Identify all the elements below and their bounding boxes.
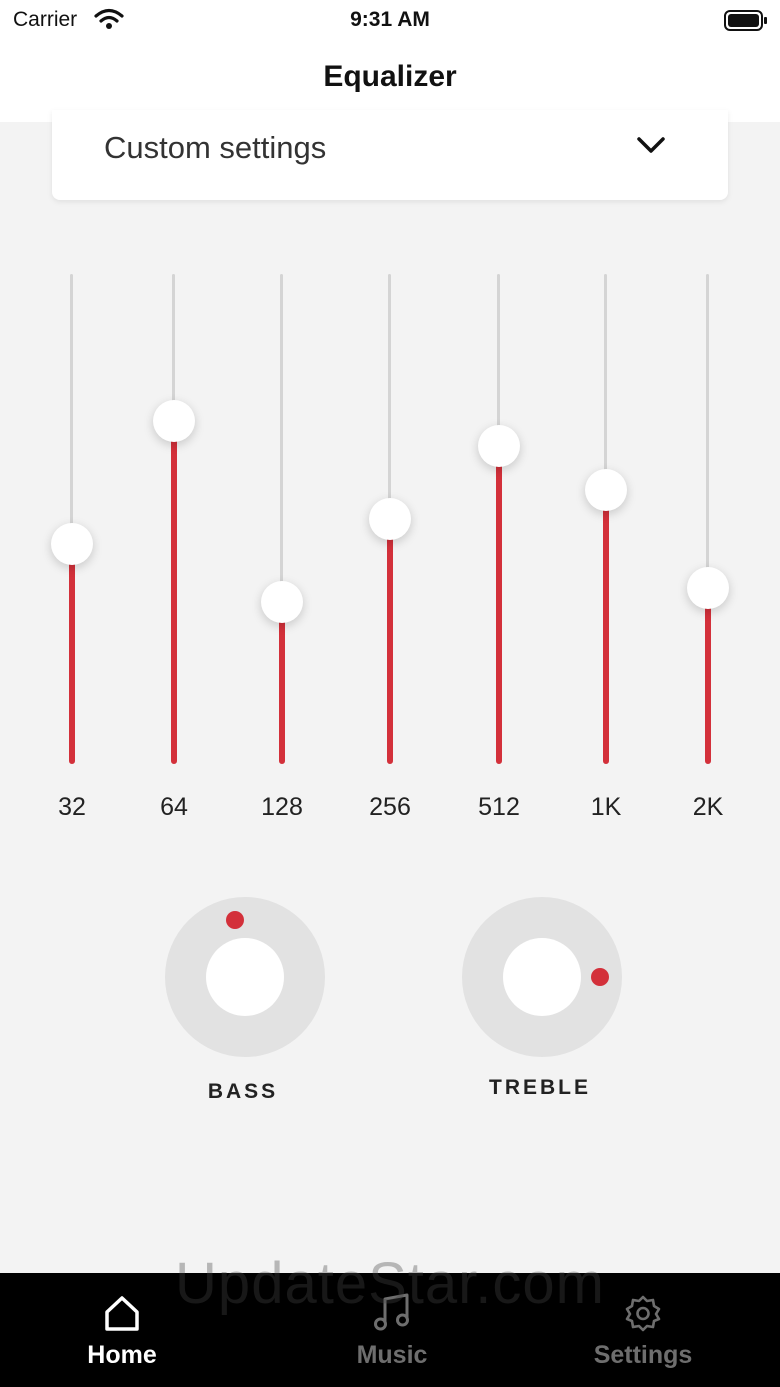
slider-knob[interactable] (153, 400, 195, 442)
tab-home[interactable]: Home (22, 1273, 222, 1387)
bass-label: BASS (207, 1080, 279, 1103)
band-slider-2k[interactable]: 2K (668, 0, 748, 840)
home-icon (102, 1293, 142, 1333)
band-label: 1K (590, 793, 622, 821)
band-label: 256 (369, 793, 411, 821)
band-label: 32 (58, 793, 86, 821)
band-slider-256[interactable]: 256 (350, 0, 430, 840)
slider-knob[interactable] (51, 522, 93, 565)
bass-knob-center (206, 938, 284, 1016)
tab-label: Settings (593, 1341, 693, 1369)
band-slider-1k[interactable]: 1K (566, 0, 646, 840)
treble-label: TREBLE (489, 1076, 591, 1099)
slider-fill (387, 519, 393, 764)
tab-settings[interactable]: Settings (543, 1273, 743, 1387)
slider-knob[interactable] (687, 566, 729, 609)
slider-fill (705, 587, 711, 764)
settings-icon (623, 1293, 663, 1333)
slider-knob[interactable] (478, 424, 520, 467)
band-label: 128 (261, 793, 303, 821)
band-slider-128[interactable]: 128 (242, 0, 322, 840)
slider-fill (171, 421, 177, 764)
bass-knob[interactable] (165, 897, 325, 1057)
slider-knob[interactable] (369, 498, 411, 540)
tab-music[interactable]: Music (292, 1273, 492, 1387)
treble-knob[interactable] (462, 897, 622, 1057)
band-label: 64 (160, 793, 188, 821)
slider-fill (69, 543, 75, 764)
band-label: 512 (478, 793, 520, 821)
treble-knob-indicator (591, 968, 609, 986)
band-label: 2K (692, 793, 724, 821)
slider-fill (496, 445, 502, 764)
bass-knob-indicator (225, 910, 244, 929)
music-icon (372, 1293, 412, 1333)
band-slider-32[interactable]: 32 (32, 0, 112, 840)
treble-knob-center (503, 938, 581, 1016)
slider-fill (279, 602, 285, 764)
tab-label: Home (87, 1341, 157, 1369)
slider-knob[interactable] (585, 468, 627, 511)
tab-label: Music (356, 1341, 428, 1369)
tab-bar: Home Music Settings (0, 1273, 780, 1387)
band-slider-64[interactable]: 64 (134, 0, 214, 840)
slider-fill (603, 489, 609, 764)
equalizer-sliders: 32 64 128 256 512 1K 2K (0, 0, 780, 840)
slider-knob[interactable] (261, 581, 303, 624)
band-slider-512[interactable]: 512 (459, 0, 539, 840)
